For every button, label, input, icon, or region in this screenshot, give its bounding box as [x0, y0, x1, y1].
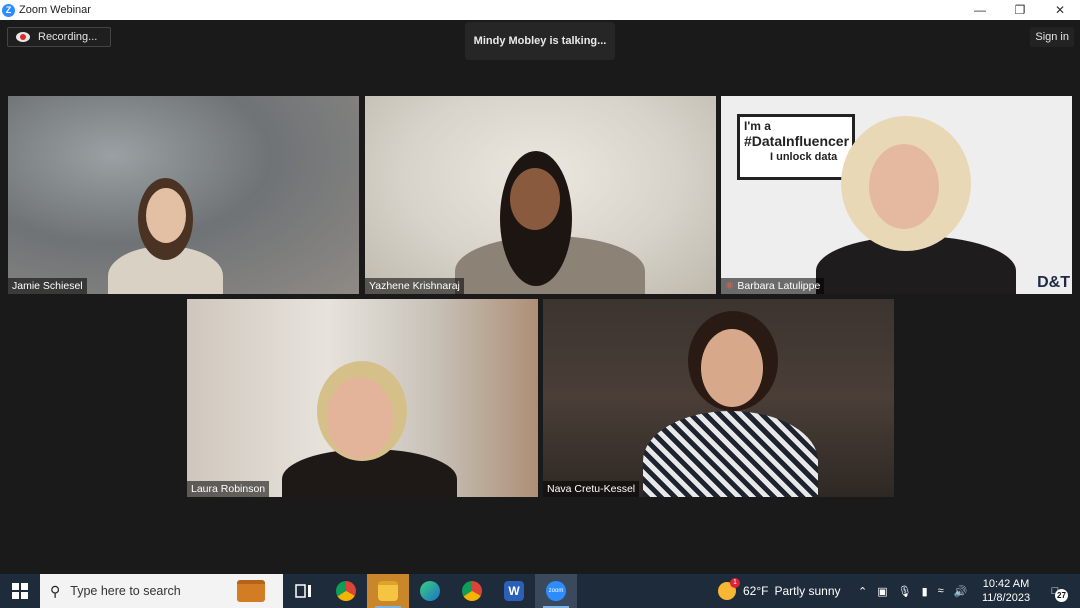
participant-name-muted: ⚛ Barbara Latulippe [721, 278, 825, 294]
file-explorer-button[interactable] [367, 574, 409, 608]
video-tile-yazhene[interactable]: Yazhene Krishnaraj [365, 96, 716, 294]
wifi-icon[interactable]: ≈ [938, 585, 944, 597]
word-button[interactable]: W [493, 574, 535, 608]
notification-count: 27 [1055, 589, 1068, 602]
battery-icon[interactable]: ▮ [922, 585, 928, 598]
active-speaker-banner: Mindy Mobley is talking... [465, 22, 615, 60]
zoom-icon: zoom [546, 581, 566, 601]
task-view-icon [295, 584, 311, 598]
chrome-profile-icon [462, 581, 482, 601]
sign-line3: I unlock data [770, 151, 838, 163]
video-tile-jamie[interactable]: Jamie Schiesel [8, 96, 359, 294]
show-hidden-icons-icon[interactable]: ⌃ [858, 585, 867, 598]
minimize-button[interactable]: — [960, 0, 1000, 20]
meet-now-icon[interactable]: ▣ [877, 585, 887, 598]
chrome-profile-button[interactable] [451, 574, 493, 608]
edge-button[interactable] [409, 574, 451, 608]
briefcase-icon [237, 580, 265, 602]
taskbar-search-box[interactable]: ⚲ Type here to search [40, 574, 283, 608]
task-view-button[interactable] [283, 574, 325, 608]
zoom-icon-label: zoom [548, 588, 564, 594]
maximize-button[interactable]: ❐ [1000, 0, 1040, 20]
windows-logo-icon [12, 583, 28, 599]
file-explorer-icon [378, 581, 398, 601]
brand-logo: D&T [1037, 274, 1070, 291]
search-placeholder: Type here to search [70, 584, 181, 598]
weather-widget[interactable]: 62°F Partly sunny [718, 574, 841, 608]
windows-taskbar: ⚲ Type here to search W zoom 62°F Partly… [0, 574, 1080, 608]
notification-center-button[interactable]: □ 27 [1044, 580, 1068, 602]
edge-icon [420, 581, 440, 601]
sign-line2: #DataInfluencer [744, 133, 850, 149]
mic-muted-icon: ⚛ [725, 280, 735, 292]
participant-name: Barbara Latulippe [737, 280, 821, 292]
participant-name: Laura Robinson [187, 481, 270, 497]
recording-label: Recording... [38, 31, 98, 43]
window-controls: — ❐ ✕ [960, 0, 1080, 20]
microphone-icon[interactable]: 🎙 [898, 585, 912, 598]
recording-icon [16, 32, 30, 42]
window-title: Zoom Webinar [19, 4, 91, 16]
chrome-icon [336, 581, 356, 601]
recording-indicator[interactable]: Recording... [7, 27, 111, 47]
taskbar-clock[interactable]: 10:42 AM 11/8/2023 [978, 577, 1034, 605]
title-bar: Z Zoom Webinar — ❐ ✕ [0, 0, 1080, 20]
weather-desc: Partly sunny [774, 584, 841, 598]
volume-icon[interactable]: 🔊 [954, 585, 968, 598]
sign-line1: I'm a [744, 119, 771, 133]
sign-in-button[interactable]: Sign in [1030, 27, 1074, 47]
participant-name: Yazhene Krishnaraj [365, 278, 464, 294]
virtual-background-sign: I'm a #DataInfluencer I unlock data [737, 114, 855, 180]
start-button[interactable] [0, 574, 40, 608]
clock-time: 10:42 AM [982, 578, 1030, 590]
clock-date: 11/8/2023 [981, 592, 1031, 604]
participant-name: Nava Cretu-Kessel [543, 481, 640, 497]
word-icon: W [504, 581, 524, 601]
weather-temp: 62°F [743, 584, 769, 598]
video-tile-barbara[interactable]: I'm a #DataInfluencer I unlock data D&T … [721, 96, 1072, 294]
partly-sunny-icon [718, 578, 740, 600]
video-tile-nava[interactable]: Nava Cretu-Kessel [543, 299, 894, 497]
video-tile-laura[interactable]: Laura Robinson [187, 299, 538, 497]
system-tray: ⌃ ▣ 🎙 ▮ ≈ 🔊 [858, 574, 977, 608]
zoom-button[interactable]: zoom [535, 574, 577, 608]
meeting-area: Recording... Mindy Mobley is talking... … [0, 20, 1080, 574]
close-button[interactable]: ✕ [1040, 0, 1080, 20]
zoom-logo-icon: Z [2, 3, 15, 17]
search-icon: ⚲ [50, 582, 61, 599]
chrome-button[interactable] [325, 574, 367, 608]
participant-name: Jamie Schiesel [8, 278, 87, 294]
